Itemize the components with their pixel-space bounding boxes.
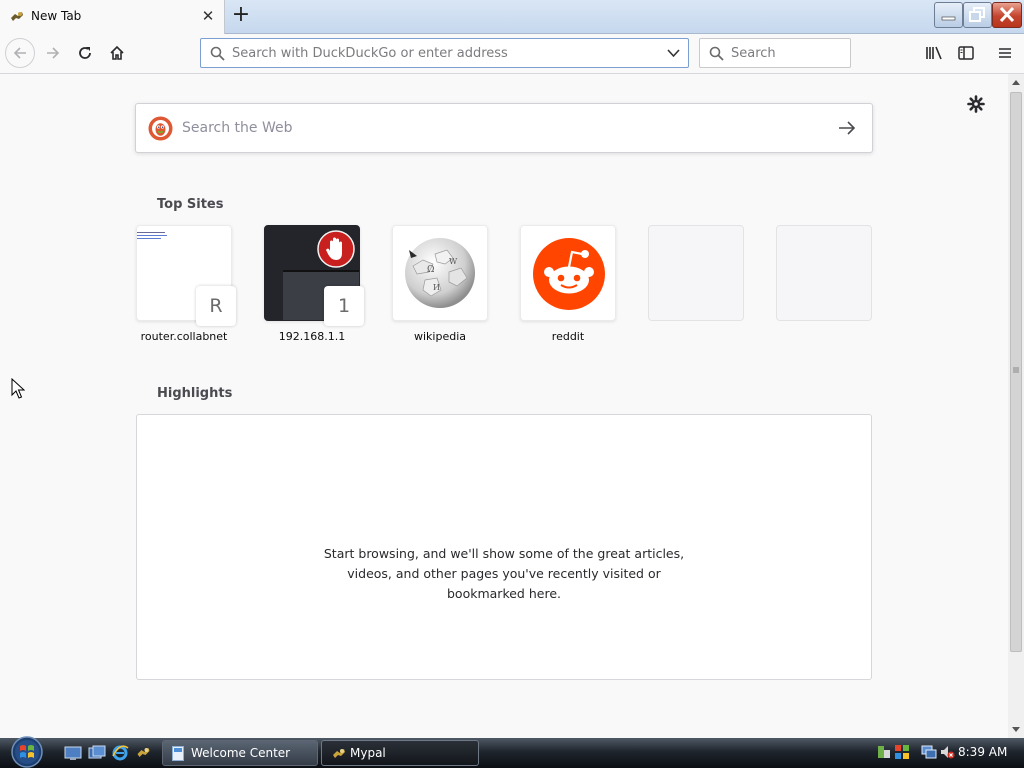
- top-site-tile-reddit[interactable]: [520, 225, 616, 321]
- restore-button[interactable]: [963, 2, 992, 28]
- scroll-grip-icon: [1013, 367, 1019, 373]
- svg-text:W: W: [449, 257, 458, 266]
- tab-new-tab[interactable]: New Tab ✕: [0, 0, 225, 34]
- address-bar[interactable]: Search with DuckDuckGo or enter address: [200, 38, 689, 68]
- taskbar-item-welcome-center[interactable]: Welcome Center: [162, 740, 318, 766]
- highlights-message-line: bookmarked here.: [447, 586, 561, 601]
- welcome-center-icon: [172, 746, 184, 761]
- web-search-placeholder: Search the Web: [182, 120, 293, 136]
- tray-windows-update-icon[interactable]: [894, 744, 910, 760]
- tab-close-icon[interactable]: ✕: [199, 7, 217, 25]
- minimize-button[interactable]: [934, 2, 963, 28]
- top-site-tile-wikipedia[interactable]: Ω W И: [392, 225, 488, 321]
- home-button[interactable]: [102, 38, 132, 68]
- highlights-heading: Highlights: [157, 386, 233, 401]
- highlights-message: Start browsing, and we'll show some of t…: [136, 544, 872, 604]
- show-desktop-icon[interactable]: [64, 745, 82, 761]
- back-arrow-icon: [13, 47, 26, 59]
- forward-arrow-icon: [47, 47, 60, 59]
- top-site-label: wikipedia: [413, 330, 466, 343]
- top-site-label: reddit: [551, 330, 585, 343]
- page-thumbnail: [137, 230, 173, 242]
- svg-text:Ω: Ω: [427, 265, 434, 275]
- top-site-label: 192.168.1.1: [278, 330, 346, 343]
- arrow-right-icon[interactable]: [838, 120, 856, 136]
- tray-security-icon[interactable]: [876, 744, 892, 760]
- menu-button[interactable]: [990, 38, 1020, 68]
- taskbar-item-mypal[interactable]: Mypal: [321, 740, 479, 766]
- sidebar-button[interactable]: [951, 38, 981, 68]
- forward-button[interactable]: [38, 38, 68, 68]
- mypal-icon: [333, 749, 345, 758]
- reload-icon: [79, 47, 91, 59]
- highlights-message-line: videos, and other pages you've recently …: [347, 566, 661, 581]
- search-icon: [709, 46, 724, 61]
- start-button[interactable]: [6, 734, 48, 768]
- search-icon: [210, 46, 225, 61]
- chevron-down-icon[interactable]: [667, 48, 680, 58]
- search-bar-placeholder: Search: [731, 46, 776, 61]
- back-button[interactable]: [5, 38, 35, 68]
- library-button[interactable]: [919, 38, 949, 68]
- web-search-box[interactable]: Search the Web: [135, 103, 873, 153]
- customize-gear-icon[interactable]: [967, 95, 985, 117]
- mypal-icon: [9, 9, 25, 29]
- tile-letter-badge: R: [196, 286, 236, 326]
- internet-explorer-icon[interactable]: [111, 744, 129, 762]
- tray-network-icon[interactable]: [921, 744, 937, 760]
- taskbar-clock[interactable]: 8:39 AM: [958, 745, 1007, 759]
- address-bar-placeholder: Search with DuckDuckGo or enter address: [232, 46, 508, 61]
- scroll-down-arrow-icon[interactable]: [1011, 726, 1021, 734]
- mypal-quicklaunch-icon[interactable]: [135, 745, 152, 761]
- top-site-tile-empty[interactable]: [776, 225, 872, 321]
- top-sites-heading: Top Sites: [157, 197, 224, 212]
- scroll-up-arrow-icon[interactable]: [1011, 78, 1021, 86]
- stop-hand-icon: [317, 230, 355, 268]
- taskbar-item-label: Mypal: [350, 746, 386, 760]
- hamburger-menu-icon: [999, 48, 1011, 58]
- svg-text:И: И: [433, 283, 440, 292]
- library-icon: [926, 46, 942, 60]
- windows-taskbar: [0, 738, 1024, 768]
- top-site-label: router.collabnet: [140, 330, 228, 343]
- sidebar-icon: [958, 46, 974, 60]
- reload-button[interactable]: [70, 38, 100, 68]
- new-tab-button[interactable]: +: [229, 4, 253, 28]
- home-icon: [110, 45, 124, 60]
- switch-windows-icon[interactable]: [88, 745, 106, 761]
- reddit-logo-icon: [533, 238, 605, 310]
- tab-title: New Tab: [31, 9, 82, 23]
- duckduckgo-logo-icon: [148, 116, 173, 141]
- top-site-tile-empty[interactable]: [648, 225, 744, 321]
- tray-volume-muted-icon[interactable]: [939, 744, 955, 760]
- highlights-message-line: Start browsing, and we'll show some of t…: [323, 546, 685, 561]
- search-bar[interactable]: Search: [699, 38, 851, 68]
- mouse-cursor-icon: [11, 378, 25, 399]
- taskbar-item-label: Welcome Center: [191, 746, 291, 760]
- close-window-button[interactable]: [992, 2, 1022, 28]
- wikipedia-globe-icon: Ω W И: [405, 238, 475, 308]
- tile-letter-badge: 1: [324, 286, 364, 326]
